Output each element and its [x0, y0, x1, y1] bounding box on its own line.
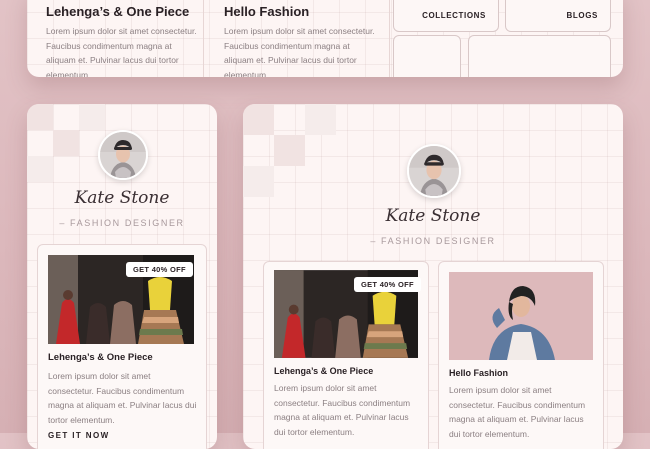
blogs-button[interactable]: BLOGS — [505, 0, 611, 32]
product-card[interactable]: GET 40% OFF Lehenga’s & One Piece Lorem … — [37, 244, 207, 449]
product-description-1: Lorem ipsum dolor sit amet consectetur. … — [274, 383, 411, 437]
right-profile-card: Kate Stone – FASHION DESIGNER GET 40% OF… — [243, 104, 623, 449]
collections-label: COLLECTIONS — [422, 11, 486, 20]
product-title[interactable]: Lehenga’s & One Piece — [48, 352, 153, 363]
profile-role: – FASHION DESIGNER — [370, 236, 496, 246]
deco-square — [53, 130, 79, 156]
product-card-1[interactable]: GET 40% OFF Lehenga’s & One Piece Lorem … — [263, 261, 429, 449]
avatar[interactable] — [407, 144, 461, 198]
empty-tile-1 — [393, 35, 461, 77]
top-divider-1 — [203, 0, 204, 77]
product-card-2[interactable]: Hello Fashion Lorem ipsum dolor sit amet… — [438, 261, 604, 449]
deco-square — [27, 156, 53, 182]
top-product1-title[interactable]: Lehenga’s & One Piece — [46, 4, 189, 19]
profile-name: Kate Stone — [74, 188, 170, 208]
deco-square — [305, 104, 336, 135]
deco-square — [27, 104, 53, 130]
discount-badge: GET 40% OFF — [126, 262, 193, 277]
profile-name: Kate Stone — [385, 206, 481, 226]
product-image-2[interactable] — [449, 272, 593, 360]
top-product1-description: Lorem ipsum dolor sit amet consectetur. … — [46, 26, 197, 77]
product-description-2: Lorem ipsum dolor sit amet consectetur. … — [449, 385, 586, 439]
deco-square — [79, 104, 105, 130]
discount-badge: GET 40% OFF — [354, 277, 421, 292]
deco-square — [243, 166, 274, 197]
collections-button[interactable]: COLLECTIONS — [393, 0, 499, 32]
deco-square — [243, 104, 274, 135]
product-title-1[interactable]: Lehenga’s & One Piece — [274, 366, 373, 376]
get-it-now-link[interactable]: GET IT NOW — [48, 431, 110, 440]
product-title-2[interactable]: Hello Fashion — [449, 368, 508, 378]
left-profile-card: Kate Stone – FASHION DESIGNER GET 40% OF… — [27, 104, 217, 449]
avatar[interactable] — [98, 130, 148, 180]
product-description: Lorem ipsum dolor sit amet consectetur. … — [48, 371, 197, 425]
top-divider-2 — [389, 0, 390, 77]
top-product2-description: Lorem ipsum dolor sit amet consectetur. … — [224, 26, 375, 77]
blogs-label: BLOGS — [566, 11, 598, 20]
empty-tile-2 — [468, 35, 611, 77]
profile-role: – FASHION DESIGNER — [59, 218, 185, 228]
top-product2-title[interactable]: Hello Fashion — [224, 4, 309, 19]
top-card: Lehenga’s & One Piece Lorem ipsum dolor … — [27, 0, 623, 77]
deco-square — [274, 135, 305, 166]
